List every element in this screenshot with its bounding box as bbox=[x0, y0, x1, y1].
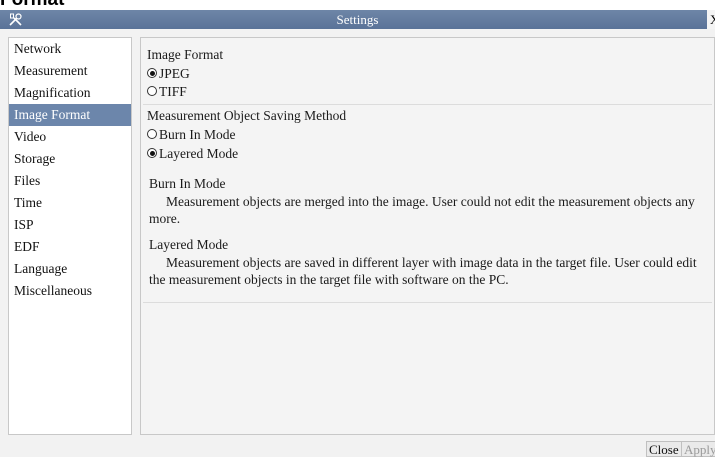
radio-burn-in[interactable]: Burn In Mode bbox=[147, 126, 236, 144]
radio-unchecked-icon bbox=[147, 86, 157, 96]
image-format-title: Image Format bbox=[147, 47, 224, 62]
sidebar-item-files[interactable]: Files bbox=[9, 170, 131, 192]
button-bar: Close Apply bbox=[0, 441, 715, 457]
window-title: Settings bbox=[336, 12, 379, 27]
burn-in-description-title: Burn In Mode bbox=[149, 176, 226, 191]
radio-jpeg-label: JPEG bbox=[159, 66, 190, 81]
burn-in-description-body: Measurement objects are merged into the … bbox=[149, 194, 695, 226]
sidebar-item-magnification[interactable]: Magnification bbox=[9, 82, 131, 104]
layered-description-body: Measurement objects are saved in differe… bbox=[149, 255, 697, 287]
radio-jpeg[interactable]: JPEG bbox=[147, 65, 190, 83]
radio-checked-icon bbox=[147, 148, 157, 158]
radio-tiff-label: TIFF bbox=[159, 84, 187, 99]
apply-button[interactable]: Apply bbox=[681, 441, 715, 457]
layered-description-title: Layered Mode bbox=[149, 237, 229, 252]
page-caption: Format bbox=[0, 0, 64, 10]
sidebar-item-measurement[interactable]: Measurement bbox=[9, 60, 131, 82]
saving-method-title: Measurement Object Saving Method bbox=[147, 108, 347, 123]
sidebar-item-edf[interactable]: EDF bbox=[9, 236, 131, 258]
title-bar[interactable]: Settings X bbox=[0, 10, 715, 29]
radio-layered[interactable]: Layered Mode bbox=[147, 145, 238, 163]
radio-tiff[interactable]: TIFF bbox=[147, 83, 187, 101]
close-button[interactable]: Close bbox=[646, 441, 682, 457]
settings-dialog: Settings X Network Measurement Magnifica… bbox=[0, 10, 715, 457]
sidebar-item-video[interactable]: Video bbox=[9, 126, 131, 148]
radio-checked-icon bbox=[147, 68, 157, 78]
sidebar-item-network[interactable]: Network bbox=[9, 38, 131, 60]
radio-layered-label: Layered Mode bbox=[159, 146, 239, 161]
sidebar-item-storage[interactable]: Storage bbox=[9, 148, 131, 170]
sidebar-item-image-format[interactable]: Image Format bbox=[9, 104, 131, 126]
sidebar-item-time[interactable]: Time bbox=[9, 192, 131, 214]
image-format-panel: Image Format JPEG TIFF Measurement Objec… bbox=[140, 37, 715, 435]
radio-unchecked-icon bbox=[147, 129, 157, 139]
sidebar-item-language[interactable]: Language bbox=[9, 258, 131, 280]
settings-sidebar: Network Measurement Magnification Image … bbox=[8, 37, 132, 435]
sidebar-item-miscellaneous[interactable]: Miscellaneous bbox=[9, 280, 131, 302]
radio-burn-in-label: Burn In Mode bbox=[159, 127, 236, 142]
section-divider bbox=[143, 302, 712, 303]
section-divider bbox=[143, 104, 712, 105]
close-icon[interactable]: X bbox=[707, 10, 715, 29]
tools-icon bbox=[9, 13, 22, 26]
sidebar-item-isp[interactable]: ISP bbox=[9, 214, 131, 236]
